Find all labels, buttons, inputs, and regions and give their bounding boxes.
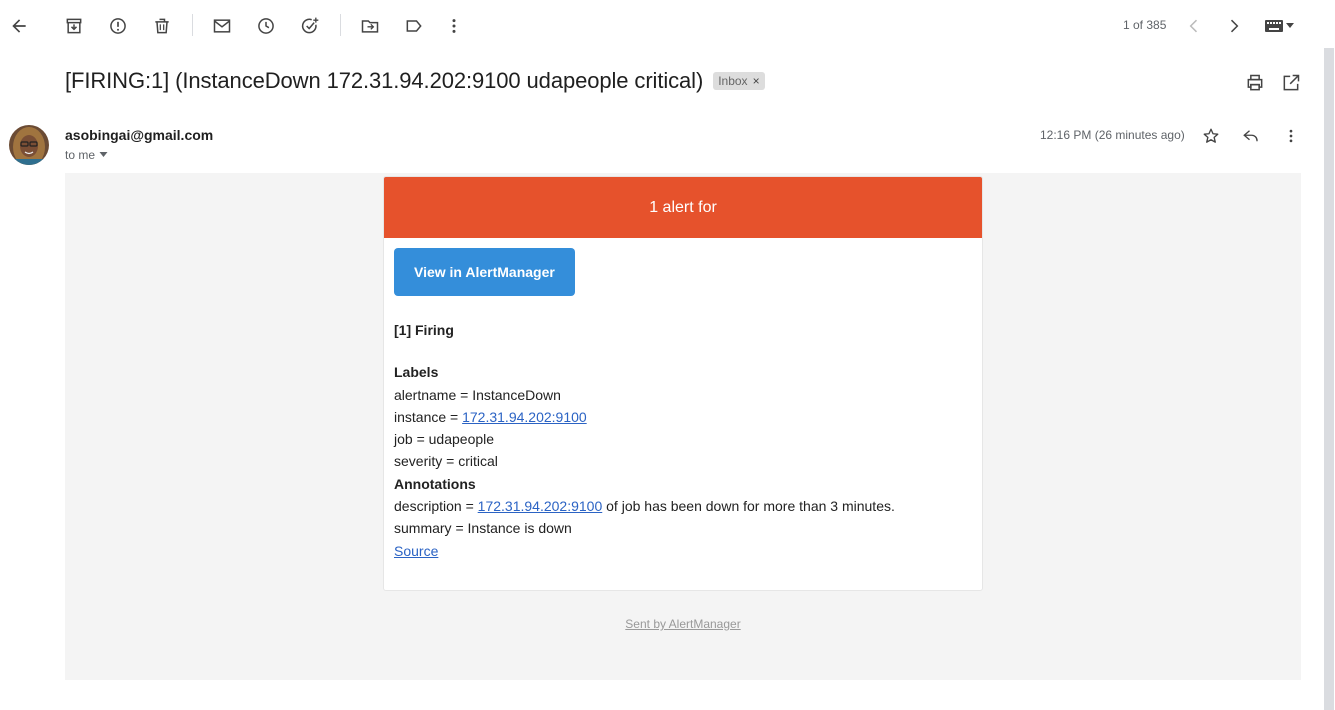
print-all-button[interactable] xyxy=(1244,72,1266,94)
star-icon xyxy=(1203,128,1219,143)
avatar-image xyxy=(9,125,49,165)
scrollbar-thumb[interactable] xyxy=(1324,48,1334,710)
mark-unread-button[interactable] xyxy=(205,9,239,43)
remove-label-icon[interactable]: × xyxy=(753,74,760,88)
sender-avatar[interactable] xyxy=(9,125,49,165)
annotation-description: description = 172.31.94.202:9100 of job … xyxy=(394,495,972,517)
label-alertname: alertname = InstanceDown xyxy=(394,386,561,403)
older-button[interactable] xyxy=(1217,9,1251,43)
instance-key: instance = xyxy=(394,408,463,425)
pager-count: 1 of 385 xyxy=(1123,18,1167,32)
recipient-details[interactable]: to me xyxy=(65,148,108,162)
more-button[interactable] xyxy=(437,9,471,43)
back-button[interactable] xyxy=(2,9,36,43)
annotation-summary: summary = Instance is down xyxy=(394,520,572,537)
message-timestamp: 12:16 PM (26 minutes ago) xyxy=(1040,128,1185,142)
add-task-icon xyxy=(301,17,319,34)
archive-button[interactable] xyxy=(57,9,91,43)
label-button[interactable] xyxy=(397,9,431,43)
alert-header: 1 alert for xyxy=(384,177,982,238)
report-spam-icon xyxy=(110,18,126,34)
trash-icon xyxy=(155,18,169,34)
reply-button[interactable] xyxy=(1239,124,1263,148)
mail-icon xyxy=(213,19,231,33)
move-to-button[interactable] xyxy=(353,9,387,43)
alert-content: View in AlertManager [1] Firing Labels a… xyxy=(384,238,982,572)
inbox-label-chip[interactable]: Inbox × xyxy=(713,72,765,90)
recipient-text: to me xyxy=(65,148,96,162)
email-subject: [FIRING:1] (InstanceDown 172.31.94.202:9… xyxy=(65,68,704,93)
source-link[interactable]: Source xyxy=(394,543,438,559)
sender-email[interactable]: asobingai@gmail.com xyxy=(65,127,213,143)
chevron-left-icon xyxy=(1189,19,1198,33)
print-icon xyxy=(1247,74,1263,91)
caret-down-icon xyxy=(1285,23,1294,28)
subject-row: [FIRING:1] (InstanceDown 172.31.94.202:9… xyxy=(65,68,765,94)
description-link[interactable]: 172.31.94.202:9100 xyxy=(478,498,603,514)
email-footer: Sent by AlertManager xyxy=(65,617,1301,631)
label-instance: instance = 172.31.94.202:9100 xyxy=(394,406,972,428)
description-key: description = xyxy=(394,498,478,515)
label-job: job = udapeople xyxy=(394,431,495,448)
add-task-button[interactable] xyxy=(293,9,327,43)
clock-icon xyxy=(258,18,274,34)
toolbar: 1 of 385 xyxy=(0,0,1322,50)
arrow-left-icon xyxy=(12,19,26,33)
report-spam-button[interactable] xyxy=(101,9,135,43)
labels-heading: Labels xyxy=(394,364,439,381)
view-in-alertmanager-button[interactable]: View in AlertManager xyxy=(394,248,575,296)
label-text: Inbox xyxy=(718,74,748,88)
description-text: of job has been down for more than 3 min… xyxy=(602,498,895,515)
delete-button[interactable] xyxy=(145,9,179,43)
firing-heading: [1] Firing xyxy=(394,322,454,338)
caret-down-icon xyxy=(99,152,108,157)
toolbar-divider xyxy=(192,14,193,36)
page-scrollbar[interactable] xyxy=(1322,48,1335,710)
more-vert-icon xyxy=(452,19,456,33)
more-vert-icon xyxy=(1289,129,1293,143)
keyboard-icon xyxy=(1264,20,1283,32)
snooze-button[interactable] xyxy=(249,9,283,43)
sent-by-alertmanager-link[interactable]: Sent by AlertManager xyxy=(625,617,740,631)
move-to-folder-icon xyxy=(361,20,379,33)
newer-button[interactable] xyxy=(1177,9,1211,43)
input-tools-button[interactable] xyxy=(1259,14,1299,38)
toolbar-divider xyxy=(340,14,341,36)
open-new-window-button[interactable] xyxy=(1280,72,1302,94)
open-in-new-icon xyxy=(1283,74,1300,91)
chevron-right-icon xyxy=(1230,19,1239,33)
label-icon xyxy=(406,20,422,32)
archive-icon xyxy=(66,18,82,34)
message-more-button[interactable] xyxy=(1279,124,1303,148)
instance-link[interactable]: 172.31.94.202:9100 xyxy=(462,409,587,425)
reply-icon xyxy=(1243,130,1258,142)
label-severity: severity = critical xyxy=(394,453,498,470)
email-body: 1 alert for View in AlertManager [1] Fir… xyxy=(65,173,1301,680)
annotations-heading: Annotations xyxy=(394,475,476,492)
star-button[interactable] xyxy=(1199,124,1223,148)
alert-card: 1 alert for View in AlertManager [1] Fir… xyxy=(383,176,983,591)
